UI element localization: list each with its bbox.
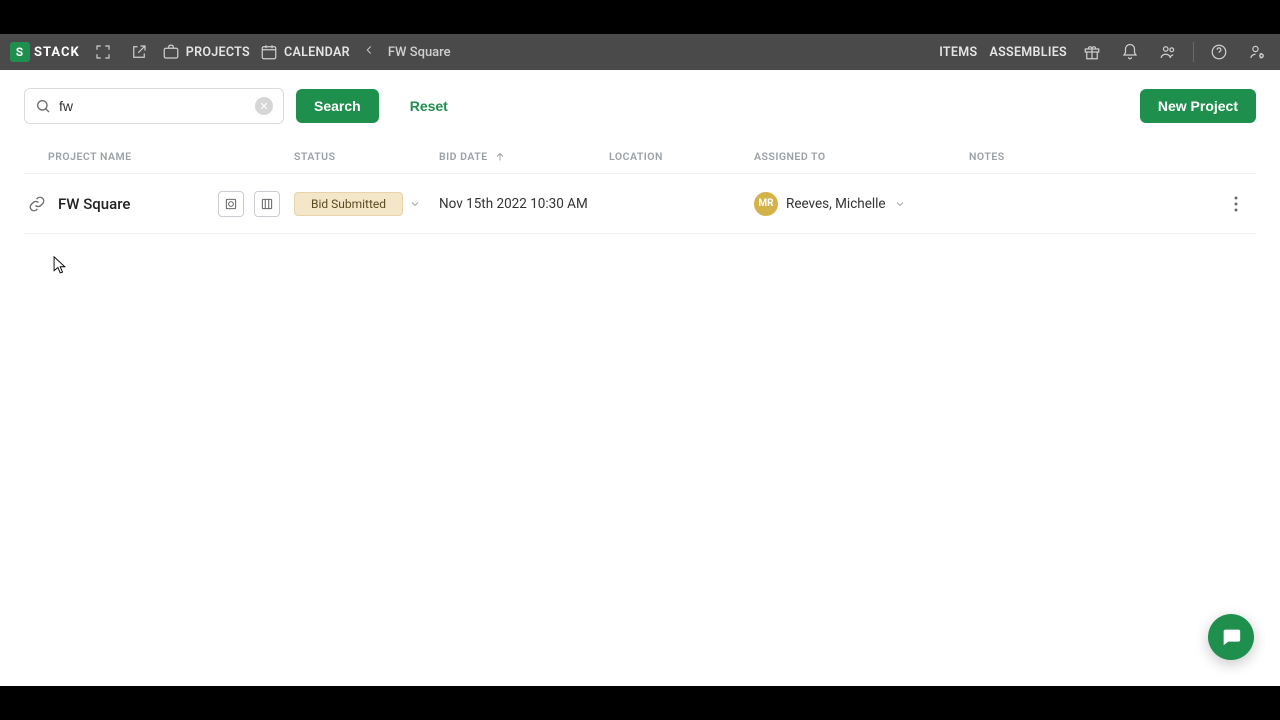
brand-logo[interactable]: S STACK — [10, 42, 80, 62]
col-header-bid-label: BID DATE — [439, 150, 488, 163]
clear-search-icon[interactable]: ✕ — [255, 97, 273, 115]
account-settings-icon[interactable] — [1244, 39, 1270, 65]
estimate-icon-button[interactable] — [254, 191, 280, 217]
nav-items[interactable]: ITEMS — [939, 45, 977, 60]
avatar: MR — [754, 192, 778, 216]
fullscreen-icon[interactable] — [90, 39, 116, 65]
nav-calendar-label: CALENDAR — [284, 45, 350, 60]
breadcrumb-current[interactable]: FW Square — [388, 45, 451, 60]
nav-projects[interactable]: PROJECTS — [162, 43, 250, 61]
brand-logo-text: STACK — [34, 45, 80, 60]
gift-icon[interactable] — [1079, 39, 1105, 65]
new-project-button[interactable]: New Project — [1140, 89, 1256, 123]
cell-bid-date: Nov 15th 2022 10:30 AM — [439, 196, 609, 212]
users-icon[interactable] — [1155, 39, 1181, 65]
status-badge: Bid Submitted — [294, 192, 403, 216]
search-input[interactable] — [59, 98, 255, 114]
app-frame: S STACK PROJECTS CALENDAR FW Square ITEM… — [0, 34, 1280, 686]
toolbar: ✕ Search Reset New Project — [0, 70, 1280, 132]
nav-assemblies-label: ASSEMBLIES — [989, 45, 1067, 60]
chevron-down-icon — [409, 198, 421, 210]
col-header-location[interactable]: LOCATION — [609, 150, 754, 163]
row-more-button[interactable] — [1224, 192, 1248, 216]
nav-assemblies[interactable]: ASSEMBLIES — [989, 45, 1067, 60]
calendar-icon — [260, 43, 278, 61]
chat-fab[interactable] — [1208, 614, 1254, 660]
cell-status[interactable]: Bid Submitted — [294, 192, 439, 216]
external-link-icon[interactable] — [126, 39, 152, 65]
chat-icon — [1220, 626, 1242, 648]
chevron-down-icon — [894, 198, 906, 210]
nav-divider — [1193, 42, 1194, 62]
takeoff-icon-button[interactable] — [218, 191, 244, 217]
link-icon[interactable] — [28, 195, 46, 213]
navbar: S STACK PROJECTS CALENDAR FW Square ITEM… — [0, 34, 1280, 70]
cell-assignee[interactable]: MR Reeves, Michelle — [754, 192, 969, 216]
cell-notes — [969, 192, 1256, 216]
breadcrumb-back-icon[interactable] — [362, 43, 376, 61]
nav-projects-label: PROJECTS — [186, 45, 250, 60]
nav-items-label: ITEMS — [939, 45, 977, 60]
col-header-status[interactable]: STATUS — [294, 150, 439, 163]
brand-logo-badge: S — [10, 42, 30, 62]
sort-asc-icon — [494, 151, 506, 163]
search-field[interactable]: ✕ — [24, 88, 284, 124]
col-header-notes[interactable]: NOTES — [969, 150, 1256, 163]
assignee-name: Reeves, Michelle — [786, 196, 886, 212]
cell-name: FW Square — [24, 191, 294, 217]
col-header-assigned[interactable]: ASSIGNED TO — [754, 150, 969, 163]
project-name[interactable]: FW Square — [58, 195, 130, 213]
letterbox-bottom — [0, 686, 1280, 720]
table-row[interactable]: FW Square Bid Submitted Nov 15th 2022 10… — [24, 174, 1256, 234]
bell-icon[interactable] — [1117, 39, 1143, 65]
search-button[interactable]: Search — [296, 89, 379, 123]
nav-calendar[interactable]: CALENDAR — [260, 43, 350, 61]
col-header-name[interactable]: PROJECT NAME — [24, 150, 294, 163]
search-icon — [35, 98, 51, 114]
briefcase-icon — [162, 43, 180, 61]
help-icon[interactable] — [1206, 39, 1232, 65]
col-header-bid[interactable]: BID DATE — [439, 150, 609, 163]
letterbox-top — [0, 0, 1280, 34]
table-header: PROJECT NAME STATUS BID DATE LOCATION AS… — [24, 140, 1256, 174]
reset-button[interactable]: Reset — [391, 89, 467, 123]
nav-right: ITEMS ASSEMBLIES — [939, 39, 1270, 65]
projects-table: PROJECT NAME STATUS BID DATE LOCATION AS… — [0, 132, 1280, 234]
